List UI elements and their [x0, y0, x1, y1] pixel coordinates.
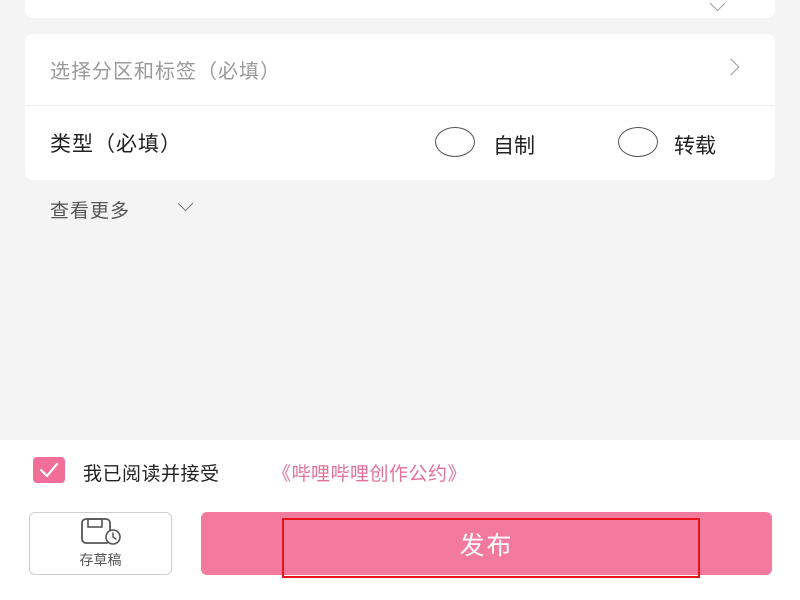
agreement-text: 我已阅读并接受 [83, 463, 220, 485]
chevron-icon [709, 0, 726, 12]
category-tag-selector[interactable]: 选择分区和标签（必填） [25, 34, 775, 106]
agreement-checkbox[interactable] [33, 457, 65, 483]
agreement-link[interactable]: 《哔哩哔哩创作公约》 [272, 459, 467, 486]
save-draft-label: 存草稿 [79, 553, 122, 569]
form-card: 选择分区和标签（必填） 类型（必填） [25, 34, 775, 180]
show-more-link[interactable]: 查看更多 [50, 196, 130, 223]
type-row: 类型（必填） [25, 106, 775, 180]
publish-label: 发布 [459, 531, 514, 560]
radio-original-label[interactable]: 自制 [493, 130, 535, 160]
category-placeholder: 选择分区和标签（必填） [50, 59, 281, 83]
checkmark-icon [39, 462, 59, 478]
type-label: 类型（必填） [50, 132, 182, 156]
previous-field-card[interactable] [25, 0, 775, 18]
chevron-down-icon[interactable] [177, 195, 194, 212]
save-draft-button[interactable]: 存草稿 [29, 512, 172, 575]
publish-button[interactable]: 发布 [201, 512, 772, 575]
chevron-right-icon [722, 58, 740, 76]
radio-repost-label[interactable]: 转载 [674, 130, 716, 160]
radio-original[interactable] [435, 127, 475, 157]
draft-save-icon [81, 518, 121, 545]
radio-repost[interactable] [618, 127, 658, 157]
